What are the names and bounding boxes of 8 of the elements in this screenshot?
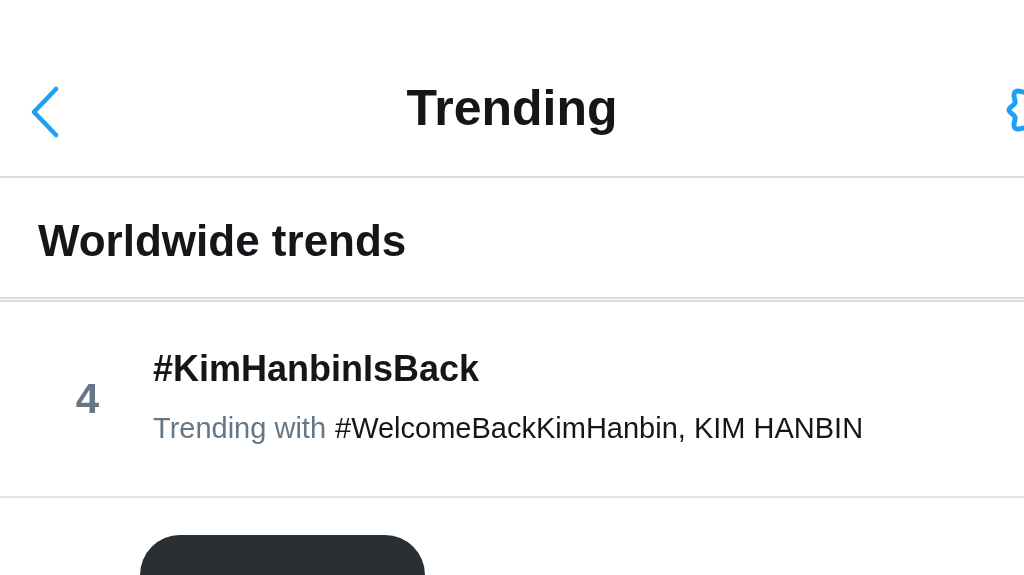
trend-rank: 4 bbox=[74, 375, 101, 423]
back-icon[interactable] bbox=[30, 86, 60, 138]
trend-context-label: Trending with bbox=[153, 411, 326, 445]
trend-name[interactable]: #KimHanbinIsBack bbox=[153, 347, 864, 390]
related-trends: #WelcomeBackKimHanbin, KIM HANBIN bbox=[335, 411, 864, 445]
trend-row[interactable]: 4 #KimHanbinIsBack Trending with #WelcomeBackKimHanbin, KIM HANBIN bbox=[0, 302, 1024, 498]
page-title: Trending bbox=[406, 79, 618, 137]
section-title: Worldwide trends bbox=[38, 214, 407, 266]
